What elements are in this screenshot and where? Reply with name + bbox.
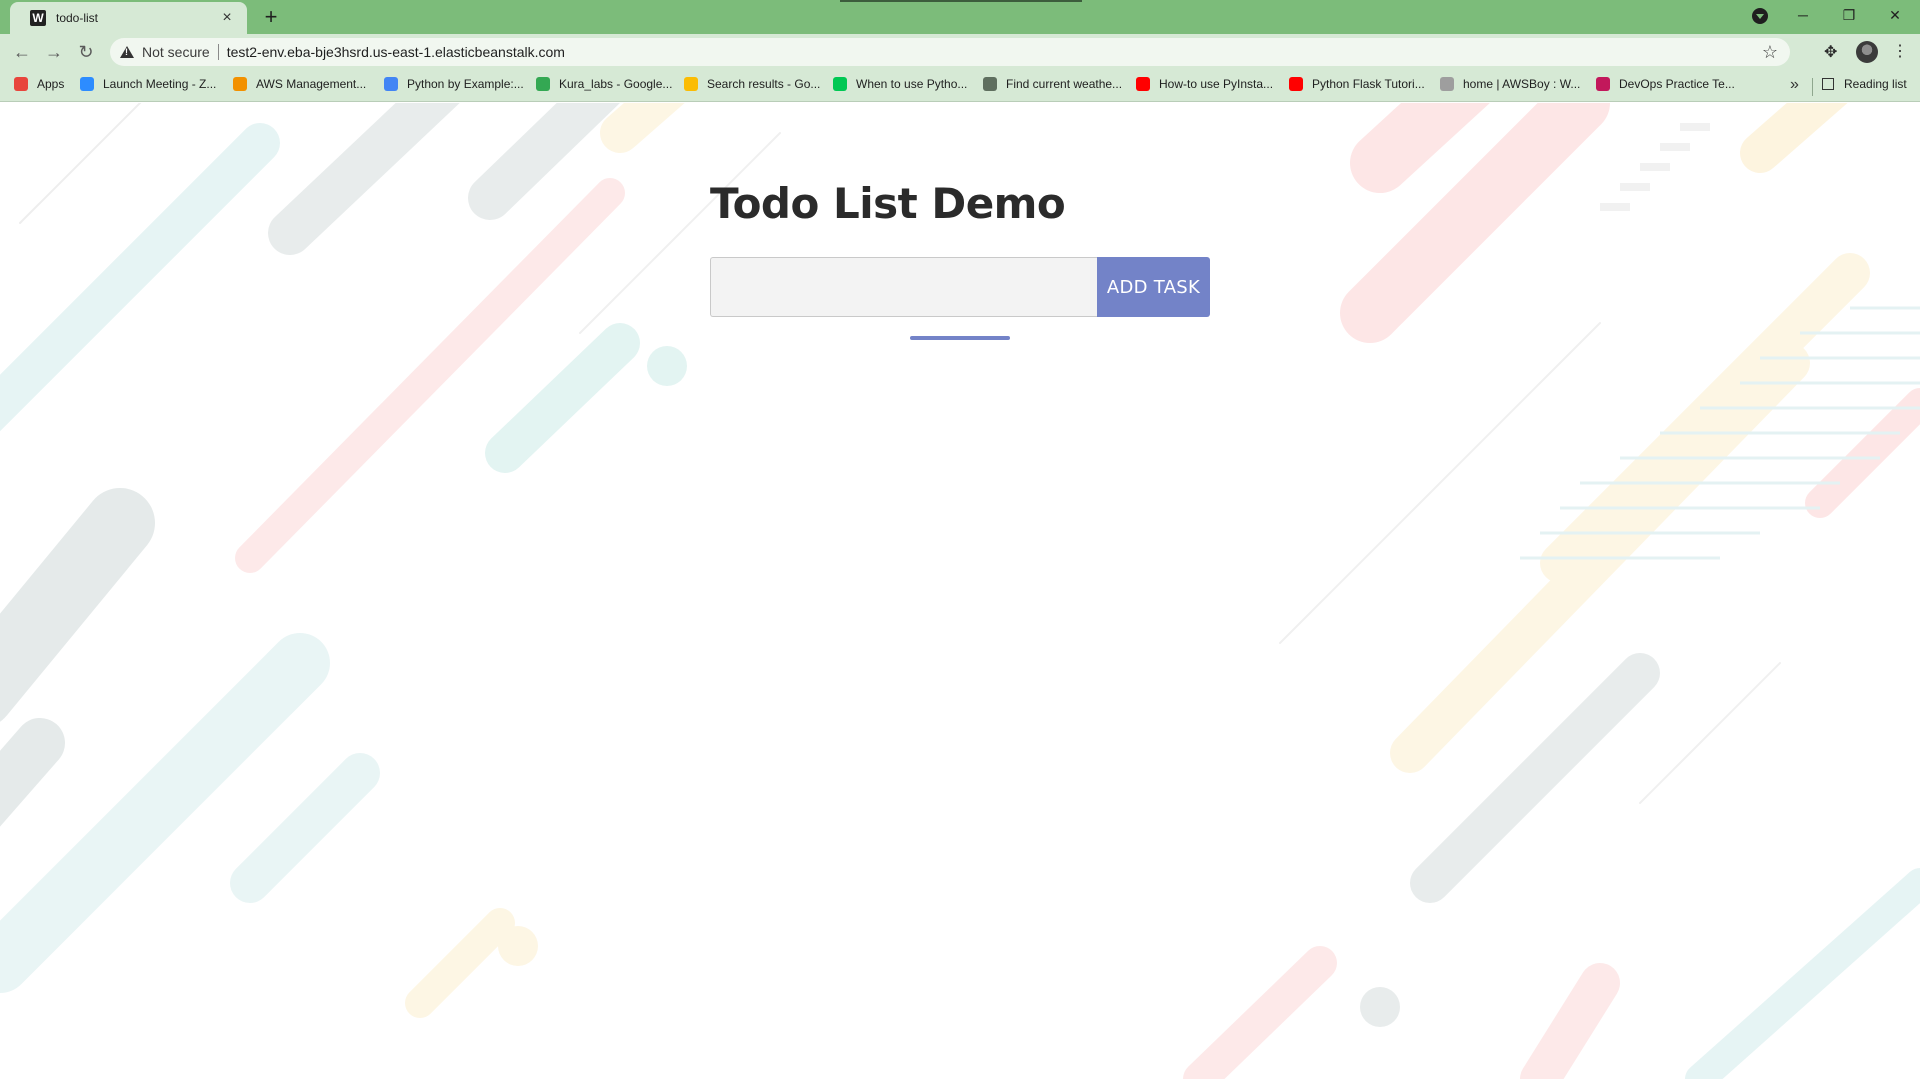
bookmark-item[interactable]: Kura_labs - Google... — [536, 77, 672, 91]
task-input[interactable] — [710, 257, 1097, 317]
bookmark-label: When to use Pytho... — [856, 77, 968, 91]
security-label[interactable]: Not secure — [142, 44, 210, 60]
reading-list-label: Reading list — [1844, 77, 1907, 91]
bookmark-label: AWS Management... — [256, 77, 367, 91]
reading-list-icon — [1822, 78, 1834, 90]
youtube-icon — [1136, 77, 1150, 91]
bookmark-item[interactable]: Find current weathe... — [983, 77, 1122, 91]
kebab-menu-icon[interactable]: ⋮ — [1892, 40, 1908, 64]
tab-strip: W todo-list × + ─ ❐ ✕ — [0, 0, 1920, 34]
bookmark-item[interactable]: Launch Meeting - Z... — [80, 77, 216, 91]
weather-icon — [983, 77, 997, 91]
address-bar[interactable]: Not secure test2-env.eba-bje3hsrd.us-eas… — [110, 38, 1790, 66]
bookmark-label: Launch Meeting - Z... — [103, 77, 217, 91]
bookmark-label: Find current weathe... — [1006, 77, 1123, 91]
site-icon — [1440, 77, 1454, 91]
minimize-button[interactable]: ─ — [1780, 0, 1826, 30]
close-window-button[interactable]: ✕ — [1872, 0, 1918, 30]
bookmark-label: Apps — [37, 77, 65, 91]
address-divider — [217, 44, 219, 60]
w-favicon-icon: W — [30, 10, 46, 26]
bookmark-item[interactable]: Search results - Go... — [684, 77, 820, 91]
google-icon — [384, 77, 398, 91]
warning-icon — [120, 46, 134, 58]
bookmark-icon — [833, 77, 847, 91]
restore-button[interactable]: ❐ — [1826, 0, 1872, 30]
add-task-button[interactable]: ADD TASK — [1097, 257, 1210, 317]
zoom-icon — [80, 77, 94, 91]
bookmark-item[interactable]: Python Flask Tutori... — [1289, 77, 1425, 91]
bookmark-item[interactable]: How-to use PyInsta... — [1136, 77, 1273, 91]
tab-title: todo-list — [56, 11, 99, 25]
bookmark-label: Python Flask Tutori... — [1312, 77, 1425, 91]
page-content: Todo List Demo ADD TASK — [0, 103, 1920, 1079]
profile-avatar[interactable] — [1856, 41, 1878, 63]
youtube-icon — [1289, 77, 1303, 91]
bookmark-item[interactable]: When to use Pytho... — [833, 77, 967, 91]
back-icon[interactable]: ← — [10, 40, 34, 64]
new-tab-button[interactable]: + — [258, 4, 284, 30]
bookmark-label: Kura_labs - Google... — [559, 77, 673, 91]
devops-icon — [1596, 77, 1610, 91]
bookmark-label: Search results - Go... — [707, 77, 821, 91]
bookmark-label: How-to use PyInsta... — [1159, 77, 1274, 91]
aws-icon — [233, 77, 247, 91]
bookmark-label: DevOps Practice Te... — [1619, 77, 1735, 91]
bookmark-item[interactable]: Apps — [14, 77, 64, 91]
bookmark-item[interactable]: home | AWSBoy : W... — [1440, 77, 1580, 91]
apps-grid-icon — [14, 77, 28, 91]
google-drive-icon — [684, 77, 698, 91]
bookmark-label: home | AWSBoy : W... — [1463, 77, 1581, 91]
reload-icon[interactable]: ↻ — [74, 40, 98, 64]
google-drive-icon — [536, 77, 550, 91]
decorative-background — [0, 103, 1920, 1079]
bookmark-label: Python by Example:... — [407, 77, 524, 91]
url-text[interactable]: test2-env.eba-bje3hsrd.us-east-1.elastic… — [227, 44, 565, 60]
reading-list-button[interactable]: Reading list — [1822, 77, 1907, 91]
forward-icon[interactable]: → — [42, 40, 66, 64]
tab-strip-indicator — [840, 0, 1082, 2]
bookmarks-divider — [1812, 78, 1813, 96]
page-title: Todo List Demo — [710, 179, 1066, 228]
bookmark-item[interactable]: Python by Example:... — [384, 77, 524, 91]
tab-todo-list[interactable]: W todo-list × — [10, 2, 247, 34]
browser-toolbar: ← → ↻ Not secure test2-env.eba-bje3hsrd.… — [0, 34, 1920, 70]
close-tab-icon[interactable]: × — [217, 9, 237, 27]
bookmark-item[interactable]: DevOps Practice Te... — [1596, 77, 1735, 91]
bookmarks-bar: » Reading list Apps Launch Meeting - Z...… — [0, 70, 1920, 102]
bookmarks-overflow-icon[interactable]: » — [1790, 76, 1799, 94]
bookmark-item[interactable]: AWS Management... — [233, 77, 366, 91]
bookmark-star-icon[interactable]: ☆ — [1762, 42, 1778, 63]
tab-search-icon[interactable] — [1752, 8, 1768, 24]
extensions-puzzle-icon[interactable]: ✥ — [1824, 42, 1837, 62]
title-underline — [910, 336, 1010, 340]
